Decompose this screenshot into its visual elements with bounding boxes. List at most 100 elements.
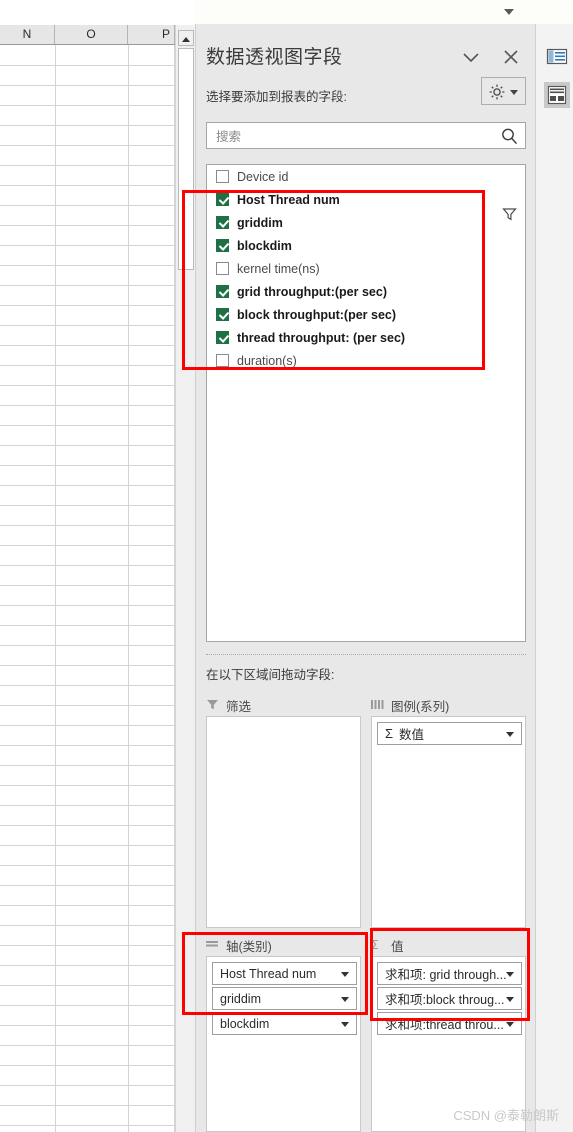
- field-list[interactable]: Device id Host Thread num griddim blockdim k…: [206, 164, 526, 642]
- column-header-o[interactable]: O: [55, 25, 128, 44]
- chevron-down-icon-chip[interactable]: [506, 972, 514, 977]
- field-chip-values-1[interactable]: 求和项:block throug...: [377, 987, 522, 1010]
- column-header-n[interactable]: N: [0, 25, 55, 44]
- grid-row[interactable]: [0, 445, 174, 466]
- grid-row[interactable]: [0, 605, 174, 626]
- grid-row[interactable]: [0, 45, 174, 66]
- drop-zone-filters[interactable]: [206, 716, 361, 928]
- grid-row[interactable]: [0, 685, 174, 706]
- search-icon[interactable]: [500, 127, 519, 151]
- grid-row[interactable]: [0, 245, 174, 266]
- grid-row[interactable]: [0, 165, 174, 186]
- grid-row[interactable]: [0, 645, 174, 666]
- grid-row[interactable]: [0, 205, 174, 226]
- grid-row[interactable]: [0, 1025, 174, 1046]
- grid-row[interactable]: [0, 665, 174, 686]
- chevron-down-icon-chip[interactable]: [341, 972, 349, 977]
- search-input[interactable]: [214, 127, 488, 147]
- grid-row[interactable]: [0, 905, 174, 926]
- grid-row[interactable]: [0, 865, 174, 886]
- chevron-down-icon-chip[interactable]: [341, 1022, 349, 1027]
- grid-row[interactable]: [0, 525, 174, 546]
- grid-row[interactable]: [0, 485, 174, 506]
- grid-row[interactable]: [0, 785, 174, 806]
- chevron-down-icon-pane[interactable]: [458, 46, 484, 68]
- column-header-p[interactable]: P: [128, 25, 175, 44]
- chevron-down-icon-chip[interactable]: [506, 997, 514, 1002]
- field-chip-values-2[interactable]: 求和项:thread throu...: [377, 1012, 522, 1035]
- grid-row[interactable]: [0, 565, 174, 586]
- grid-row[interactable]: [0, 1005, 174, 1026]
- field-list-item[interactable]: duration(s): [207, 349, 525, 372]
- grid-row[interactable]: [0, 465, 174, 486]
- scrollbar-thumb[interactable]: [178, 48, 194, 270]
- grid-row[interactable]: [0, 805, 174, 826]
- grid-row[interactable]: [0, 105, 174, 126]
- grid-row[interactable]: [0, 85, 174, 106]
- grid-row[interactable]: [0, 145, 174, 166]
- grid-row[interactable]: [0, 385, 174, 406]
- grid-row[interactable]: [0, 325, 174, 346]
- grid-row[interactable]: [0, 925, 174, 946]
- tools-button[interactable]: [481, 77, 526, 105]
- field-list-item[interactable]: block throughput:(per sec): [207, 303, 525, 326]
- field-chip-legend-0[interactable]: Σ 数值: [377, 722, 522, 745]
- chevron-down-icon-chip[interactable]: [506, 1022, 514, 1027]
- field-list-item[interactable]: grid throughput:(per sec): [207, 280, 525, 303]
- field-checkbox[interactable]: [216, 354, 229, 367]
- grid-row[interactable]: [0, 1125, 174, 1132]
- grid-row[interactable]: [0, 505, 174, 526]
- grid-row[interactable]: [0, 625, 174, 646]
- grid-row[interactable]: [0, 265, 174, 286]
- field-list-item[interactable]: thread throughput: (per sec): [207, 326, 525, 349]
- chevron-down-icon-chip[interactable]: [506, 732, 514, 737]
- grid-row[interactable]: [0, 705, 174, 726]
- grid-cells[interactable]: [0, 45, 175, 1132]
- grid-row[interactable]: [0, 65, 174, 86]
- close-icon[interactable]: [498, 46, 524, 68]
- chevron-down-icon-chip[interactable]: [341, 997, 349, 1002]
- field-chip-axis-0[interactable]: Host Thread num: [212, 962, 357, 985]
- field-checkbox[interactable]: [216, 262, 229, 275]
- fields-layout-button-1[interactable]: [544, 44, 570, 70]
- grid-row[interactable]: [0, 885, 174, 906]
- grid-row[interactable]: [0, 845, 174, 866]
- grid-row[interactable]: [0, 365, 174, 386]
- field-checkbox[interactable]: [216, 239, 229, 252]
- grid-row[interactable]: [0, 1045, 174, 1066]
- grid-row[interactable]: [0, 765, 174, 786]
- drop-zone-legend[interactable]: Σ 数值: [371, 716, 526, 928]
- field-checkbox[interactable]: [216, 193, 229, 206]
- grid-row[interactable]: [0, 405, 174, 426]
- field-checkbox[interactable]: [216, 331, 229, 344]
- grid-row[interactable]: [0, 985, 174, 1006]
- field-list-item[interactable]: Host Thread num: [207, 188, 525, 211]
- grid-row[interactable]: [0, 1065, 174, 1086]
- grid-row[interactable]: [0, 425, 174, 446]
- field-chip-axis-2[interactable]: blockdim: [212, 1012, 357, 1035]
- grid-row[interactable]: [0, 285, 174, 306]
- filter-icon[interactable]: [502, 207, 517, 227]
- grid-row[interactable]: [0, 1085, 174, 1106]
- grid-row[interactable]: [0, 225, 174, 246]
- field-checkbox[interactable]: [216, 170, 229, 183]
- chevron-down-icon[interactable]: [502, 6, 516, 18]
- grid-row[interactable]: [0, 1105, 174, 1126]
- grid-row[interactable]: [0, 825, 174, 846]
- field-list-item[interactable]: Device id: [207, 165, 525, 188]
- field-checkbox[interactable]: [216, 308, 229, 321]
- grid-row[interactable]: [0, 545, 174, 566]
- grid-row[interactable]: [0, 125, 174, 146]
- field-list-item[interactable]: griddim: [207, 211, 525, 234]
- grid-row[interactable]: [0, 945, 174, 966]
- field-list-item[interactable]: kernel time(ns): [207, 257, 525, 280]
- field-checkbox[interactable]: [216, 216, 229, 229]
- grid-row[interactable]: [0, 185, 174, 206]
- spreadsheet-vertical-scrollbar[interactable]: [175, 25, 196, 1132]
- grid-row[interactable]: [0, 745, 174, 766]
- scroll-up-arrow-icon[interactable]: [178, 30, 194, 46]
- grid-row[interactable]: [0, 965, 174, 986]
- search-box[interactable]: [206, 122, 526, 149]
- grid-row[interactable]: [0, 345, 174, 366]
- field-chip-axis-1[interactable]: griddim: [212, 987, 357, 1010]
